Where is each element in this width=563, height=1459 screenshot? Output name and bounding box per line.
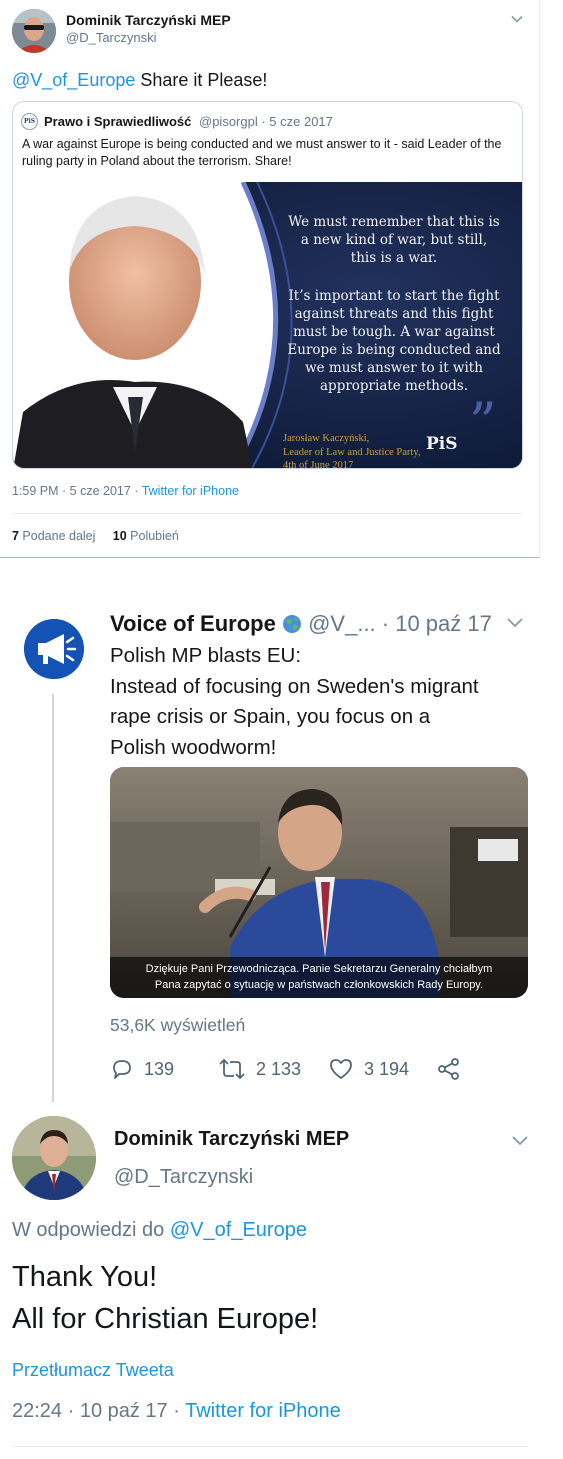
image-quote-line: must be tough. A war against xyxy=(293,324,495,340)
quoted-image[interactable]: We must remember that this is a new kind… xyxy=(13,182,522,469)
megaphone-icon xyxy=(24,619,84,679)
retweet-count: 2 133 xyxy=(256,1058,302,1079)
author-avatar[interactable] xyxy=(12,1116,96,1200)
heart-icon xyxy=(330,1059,352,1079)
author-handle[interactable]: @D_Tarczynski xyxy=(114,1166,253,1189)
image-quote-line: a new kind of war, but still, xyxy=(300,232,488,248)
image-quote-line: against threats and this fight xyxy=(294,306,494,322)
author-avatar[interactable] xyxy=(12,9,56,53)
mention-link[interactable]: @V_of_Europe xyxy=(12,70,135,90)
author-name[interactable]: Voice of Europe xyxy=(110,611,276,636)
tweet-time[interactable]: 1:59 PM · 5 cze 2017 · xyxy=(12,484,142,498)
pis-avatar: PiS xyxy=(21,113,38,130)
video-captions: Dziękuje Pani Przewodnicząca. Panie Sekr… xyxy=(110,961,528,993)
tweet-text: Thank You! All for Christian Europe! xyxy=(12,1256,318,1340)
image-quote-line: we must answer to it with xyxy=(305,360,483,376)
retweet-button[interactable]: 2 133 xyxy=(218,1055,301,1083)
caption-line: Dziękuje Pani Przewodnicząca. Panie Sekr… xyxy=(145,963,493,975)
tweet-original: Dominik Tarczyński MEP @D_Tarczynski @V_… xyxy=(0,0,540,558)
retweet-icon xyxy=(219,1058,245,1080)
tweet-text: Polish MP blasts EU: Instead of focusing… xyxy=(110,641,530,763)
translate-link[interactable]: Przetłumacz Tweeta xyxy=(12,1360,174,1381)
globe-emoji-icon xyxy=(282,615,301,633)
quote-mark-icon: ” xyxy=(469,391,497,454)
author-name[interactable]: Dominik Tarczyński MEP xyxy=(66,12,231,28)
like-count: 3 194 xyxy=(364,1058,410,1079)
tweet-text-line: Instead of focusing on Sweden's migrant xyxy=(110,674,479,698)
tweet-header: Voice of Europe @V_... · 10 paź 17 xyxy=(110,611,492,637)
tweet-voice-of-europe: Voice of Europe @V_... · 10 paź 17 Polis… xyxy=(0,560,563,1102)
signature-line: Jarosław Kaczyński, xyxy=(283,433,370,444)
chevron-down-icon[interactable] xyxy=(505,614,525,630)
views-count: 53,6K wyświetleń xyxy=(110,1015,246,1035)
image-quote-line: this is a war. xyxy=(350,250,438,266)
image-quote-line: Europe is being conducted and xyxy=(287,342,501,358)
author-handle-date[interactable]: @V_... · 10 paź 17 xyxy=(308,611,492,636)
action-bar: 139 2 133 3 194 xyxy=(110,1055,470,1083)
video-thumbnail[interactable]: Dziękuje Pani Przewodnicząca. Panie Sekr… xyxy=(110,767,528,998)
tweet-text-line: rape crisis or Spain, you focus on a xyxy=(110,705,431,728)
pis-avatar-text: PiS xyxy=(24,118,36,125)
tweet-text-line: Thank You! xyxy=(12,1261,158,1293)
voe-avatar[interactable] xyxy=(24,619,84,679)
tweet-source[interactable]: Twitter for iPhone xyxy=(142,484,239,498)
image-quote-line: It’s important to start the fight xyxy=(288,288,500,304)
author-name[interactable]: Dominik Tarczyński MEP xyxy=(114,1128,349,1151)
tweet-stats: 7 Podane dalej 10 Polubień xyxy=(12,529,179,543)
signature-line: Leader of Law and Justice Party, xyxy=(283,446,421,458)
tweet-text-line: Polish MP blasts EU: xyxy=(110,644,302,667)
divider xyxy=(12,513,522,514)
quoted-author-name: Prawo i Sprawiedliwość xyxy=(44,114,192,129)
reply-count: 139 xyxy=(144,1058,175,1079)
tweet-meta: 22:24 · 10 paź 17 · Twitter for iPhone xyxy=(12,1400,341,1423)
thread-line xyxy=(52,694,54,1102)
tweet-time[interactable]: 22:24 · 10 paź 17 · xyxy=(12,1400,185,1422)
reply-icon xyxy=(113,1060,131,1079)
image-quote-line: We must remember that this is xyxy=(288,214,500,230)
chevron-down-icon[interactable] xyxy=(510,1132,530,1148)
quoted-tweet[interactable]: PiS Prawo i Sprawiedliwość @pisorgpl · 5… xyxy=(12,101,523,469)
tweet-meta: 1:59 PM · 5 cze 2017 · Twitter for iPhon… xyxy=(12,484,239,498)
tweet-text-line: All for Christian Europe! xyxy=(12,1303,319,1335)
author-handle[interactable]: @D_Tarczynski xyxy=(66,30,157,45)
tweet-source[interactable]: Twitter for iPhone xyxy=(185,1400,341,1422)
signature-line: 4th of June 2017 xyxy=(283,460,354,469)
image-signature: Jarosław Kaczyński, Leader of Law and Ju… xyxy=(283,432,421,469)
share-button[interactable] xyxy=(436,1055,472,1083)
divider xyxy=(12,1446,528,1447)
share-icon xyxy=(438,1058,459,1080)
reply-button[interactable]: 139 xyxy=(110,1055,174,1083)
chevron-down-icon[interactable] xyxy=(510,12,524,26)
reply-context: W odpowiedzi do @V_of_Europe xyxy=(12,1219,307,1242)
quoted-author-handle: @pisorgpl · 5 cze 2017 xyxy=(199,114,333,129)
quoted-text: A war against Europe is being conducted … xyxy=(22,137,502,168)
likes-stat[interactable]: 10 Polubień xyxy=(113,529,179,543)
caption-line: Pana zapytać o sytuację w państwach czło… xyxy=(154,979,484,991)
reply-prefix: W odpowiedzi do xyxy=(12,1219,170,1241)
tweet-text: @V_of_Europe Share it Please! xyxy=(12,69,267,91)
pis-logo: PiS xyxy=(426,434,458,454)
tweet-text-line: Polish woodworm! xyxy=(110,735,277,759)
like-button[interactable]: 3 194 xyxy=(328,1055,409,1083)
tweet-text-body: Share it Please! xyxy=(135,70,268,90)
reply-to-link[interactable]: @V_of_Europe xyxy=(170,1219,307,1241)
retweets-stat[interactable]: 7 Podane dalej xyxy=(12,529,95,543)
tweet-reply: Dominik Tarczyński MEP @D_Tarczynski W o… xyxy=(0,1100,563,1459)
